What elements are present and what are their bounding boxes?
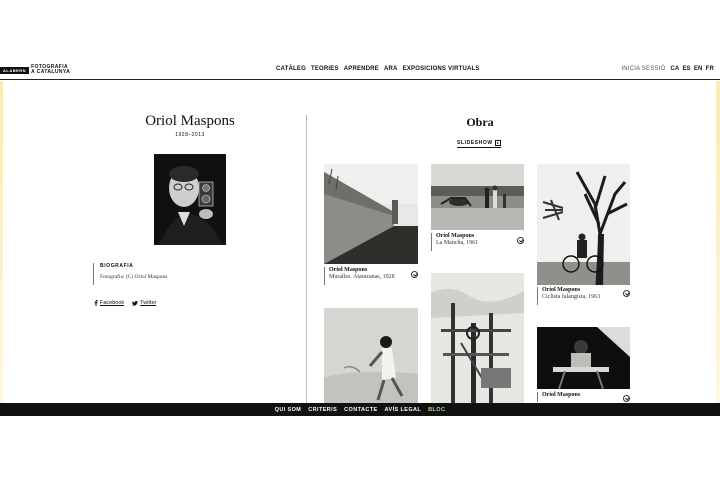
footer-link-qui-som[interactable]: QUI SOM — [275, 407, 302, 413]
work-photo-la-mancha[interactable] — [431, 164, 524, 230]
lang-es[interactable]: ES — [682, 66, 690, 72]
work-author[interactable]: Oriol Maspons — [542, 287, 600, 293]
work-caption-muralles: Oriol Maspons Muralles. Atarazanas, 1928 — [324, 267, 395, 285]
artist-portrait — [154, 154, 226, 245]
check-icon[interactable] — [517, 237, 524, 244]
work-image-industrial — [431, 273, 524, 403]
left-edge-glow — [0, 81, 3, 403]
footer-link-avis-legal[interactable]: AVÍS LEGAL — [385, 407, 422, 413]
login-link[interactable]: INICIA SESSIÓ — [621, 66, 665, 72]
work-image-muralles — [324, 164, 418, 264]
site-logo[interactable]: ALABERN FOTOGRAFIA A CATALUNYA — [0, 64, 70, 76]
slideshow-label: SLIDESHOW — [457, 140, 493, 146]
social-links: Facebook Twitter — [94, 300, 156, 306]
column-divider — [306, 115, 307, 403]
page: ALABERN FOTOGRAFIA A CATALUNYA CATÀLEG T… — [0, 0, 720, 480]
nav-item-ara[interactable]: ARA — [384, 66, 398, 72]
work-author[interactable]: Oriol Maspons — [329, 267, 395, 273]
top-navigation-bar: ALABERN FOTOGRAFIA A CATALUNYA CATÀLEG T… — [0, 60, 720, 80]
work-image-portrait — [537, 327, 630, 389]
portrait-image — [154, 154, 226, 245]
check-icon[interactable] — [411, 271, 418, 278]
work-title[interactable]: Ciclista falangista, 1963 — [542, 294, 600, 300]
facebook-link[interactable]: Facebook — [94, 300, 124, 306]
work-photo-beach[interactable] — [324, 308, 418, 403]
photo-credit: Fotografia: (C) Oriol Maspons — [100, 274, 168, 280]
works-heading: Obra — [466, 115, 494, 129]
twitter-link[interactable]: Twitter — [132, 300, 156, 306]
biography-heading[interactable]: BIOGRAFIA — [100, 263, 167, 269]
work-photo-portrait[interactable] — [537, 327, 630, 389]
work-image-beach — [324, 308, 418, 403]
main-nav: CATÀLEG TEORIES APRENDRE ARA EXPOSICIONS… — [276, 66, 480, 72]
work-author[interactable]: Oriol Maspons — [542, 392, 580, 398]
check-icon[interactable] — [623, 290, 630, 297]
facebook-icon — [94, 300, 98, 306]
lang-en[interactable]: EN — [694, 66, 703, 72]
nav-item-aprendre[interactable]: APRENDRE — [344, 66, 379, 72]
footer-nav: QUI SOM CRITERIS CONTACTE AVÍS LEGAL BLO… — [0, 403, 720, 416]
user-nav: INICIA SESSIÓ CA ES EN FR — [621, 66, 714, 72]
twitter-label: Twitter — [140, 300, 157, 306]
work-title[interactable]: Muralles. Atarazanas, 1928 — [329, 274, 395, 280]
artist-name: Oriol Maspons — [145, 113, 235, 129]
work-author[interactable]: Oriol Maspons — [436, 233, 478, 239]
work-image-la-mancha — [431, 164, 524, 230]
check-icon[interactable] — [623, 395, 630, 402]
facebook-label: Facebook — [100, 300, 125, 306]
nav-item-cataleg[interactable]: CATÀLEG — [276, 66, 306, 72]
work-photo-ciclista[interactable] — [537, 164, 630, 285]
biography-block: BIOGRAFIA Fotografia: (C) Oriol Maspons — [93, 263, 167, 285]
work-photo-industrial[interactable] — [431, 273, 524, 403]
work-image-ciclista — [537, 164, 630, 285]
work-caption-portrait: Oriol Maspons — [537, 392, 580, 402]
work-caption-ciclista: Oriol Maspons Ciclista falangista, 1963 — [537, 287, 600, 305]
logo-mark: ALABERN — [0, 66, 30, 74]
work-photo-muralles[interactable] — [324, 164, 418, 264]
artist-dates: 1928–2013 — [175, 132, 205, 138]
work-title[interactable]: La Mancha, 1961 — [436, 240, 478, 246]
play-icon — [494, 140, 501, 146]
twitter-icon — [132, 300, 139, 306]
work-caption-la-mancha: Oriol Maspons La Mancha, 1961 — [431, 233, 478, 251]
lang-fr[interactable]: FR — [706, 66, 714, 72]
nav-item-teories[interactable]: TEORIES — [311, 66, 339, 72]
logo-text: FOTOGRAFIA A CATALUNYA — [31, 65, 70, 75]
footer-link-contacte[interactable]: CONTACTE — [344, 407, 377, 413]
footer-link-bloc[interactable]: BLOC — [428, 407, 445, 413]
nav-item-exposicions[interactable]: EXPOSICIONS VIRTUALS — [403, 66, 480, 72]
footer-link-criteris[interactable]: CRITERIS — [308, 407, 337, 413]
right-edge-glow — [716, 81, 720, 403]
slideshow-button[interactable]: SLIDESHOW — [457, 140, 501, 148]
lang-ca[interactable]: CA — [670, 66, 679, 72]
logo-line-2: A CATALUNYA — [31, 69, 71, 75]
